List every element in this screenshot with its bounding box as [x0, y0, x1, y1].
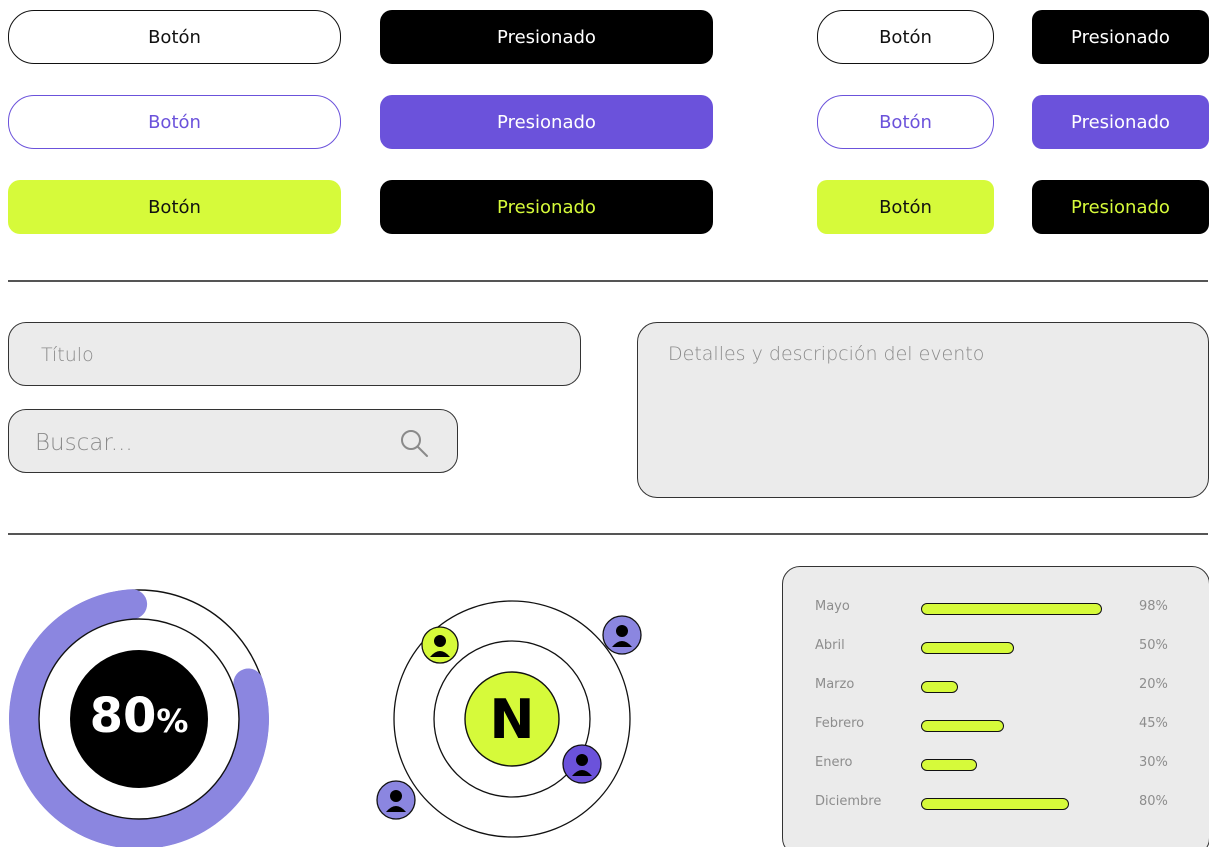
bar-row: Diciembre 80% [783, 794, 1209, 814]
search-field[interactable] [8, 409, 458, 473]
bar-track [921, 642, 1111, 654]
button-label: Presionado [1071, 111, 1170, 133]
button-label: Presionado [497, 111, 596, 133]
bar-row: Mayo 98% [783, 599, 1209, 619]
bar-value-label: 20% [1139, 677, 1168, 692]
user-avatar-icon[interactable] [602, 615, 642, 655]
user-avatar-icon[interactable] [421, 626, 459, 664]
progress-value: 80 % [70, 688, 208, 748]
divider-top [8, 280, 1208, 282]
presionado-dark-lime-wide[interactable]: Presionado [380, 180, 713, 234]
bar-track [921, 720, 1111, 732]
network-illustration: N [372, 600, 652, 847]
bar-track [921, 681, 1111, 693]
bar-category-label: Marzo [815, 677, 855, 692]
boton-lime-wide[interactable]: Botón [8, 180, 341, 234]
boton-outline-purple-small[interactable]: Botón [817, 95, 994, 149]
bar-value-label: 30% [1139, 755, 1168, 770]
button-label: Botón [148, 26, 201, 48]
boton-lime-small[interactable]: Botón [817, 180, 994, 234]
button-label: Presionado [497, 26, 596, 48]
bar [921, 798, 1069, 810]
progress-number: 80 [89, 688, 157, 744]
bar [921, 759, 977, 771]
button-label: Botón [879, 196, 932, 218]
bar-track [921, 603, 1111, 615]
button-label: Presionado [497, 196, 596, 218]
user-avatar-icon[interactable] [562, 744, 602, 784]
bar [921, 642, 1014, 654]
progress-suffix: % [156, 702, 189, 740]
presionado-dark-wide[interactable]: Presionado [380, 10, 713, 64]
boton-outline-purple-wide[interactable]: Botón [8, 95, 341, 149]
bar [921, 720, 1005, 732]
boton-outline-dark-wide[interactable]: Botón [8, 10, 341, 64]
button-label: Presionado [1071, 196, 1170, 218]
button-label: Presionado [1071, 26, 1170, 48]
details-textarea[interactable] [668, 343, 1188, 483]
center-letter: N [489, 687, 535, 751]
button-label: Botón [879, 26, 932, 48]
bar-row: Marzo 20% [783, 677, 1209, 697]
monthly-bars-card: Mayo 98% Abril 50% Marzo 20% Febrero 45% Enero 30… [782, 566, 1209, 847]
presionado-purple-wide[interactable]: Presionado [380, 95, 713, 149]
bar-value-label: 45% [1139, 716, 1168, 731]
bar-value-label: 98% [1139, 599, 1168, 614]
bar [921, 603, 1103, 615]
bar-track [921, 759, 1111, 771]
details-field[interactable] [637, 322, 1209, 498]
bar-value-label: 80% [1139, 794, 1168, 809]
bar-category-label: Diciembre [815, 794, 882, 809]
bar-category-label: Mayo [815, 599, 850, 614]
divider-bottom [8, 533, 1208, 535]
progress-ring: 80 % [8, 588, 270, 847]
presionado-dark-small[interactable]: Presionado [1032, 10, 1209, 64]
title-input[interactable] [41, 341, 541, 369]
presionado-purple-small[interactable]: Presionado [1032, 95, 1209, 149]
user-avatar-icon[interactable] [376, 780, 416, 820]
bar-category-label: Abril [815, 638, 845, 653]
search-input[interactable] [35, 426, 375, 460]
bar-row: Abril 50% [783, 638, 1209, 658]
title-field[interactable] [8, 322, 581, 386]
button-label: Botón [148, 111, 201, 133]
bar-row: Enero 30% [783, 755, 1209, 775]
search-icon[interactable] [397, 426, 431, 460]
button-label: Botón [148, 196, 201, 218]
presionado-dark-lime-small[interactable]: Presionado [1032, 180, 1209, 234]
bar-track [921, 798, 1111, 810]
bar-category-label: Febrero [815, 716, 865, 731]
bar-category-label: Enero [815, 755, 853, 770]
bar-row: Febrero 45% [783, 716, 1209, 736]
boton-outline-dark-small[interactable]: Botón [817, 10, 994, 64]
button-label: Botón [879, 111, 932, 133]
bar [921, 681, 958, 693]
bar-value-label: 50% [1139, 638, 1168, 653]
